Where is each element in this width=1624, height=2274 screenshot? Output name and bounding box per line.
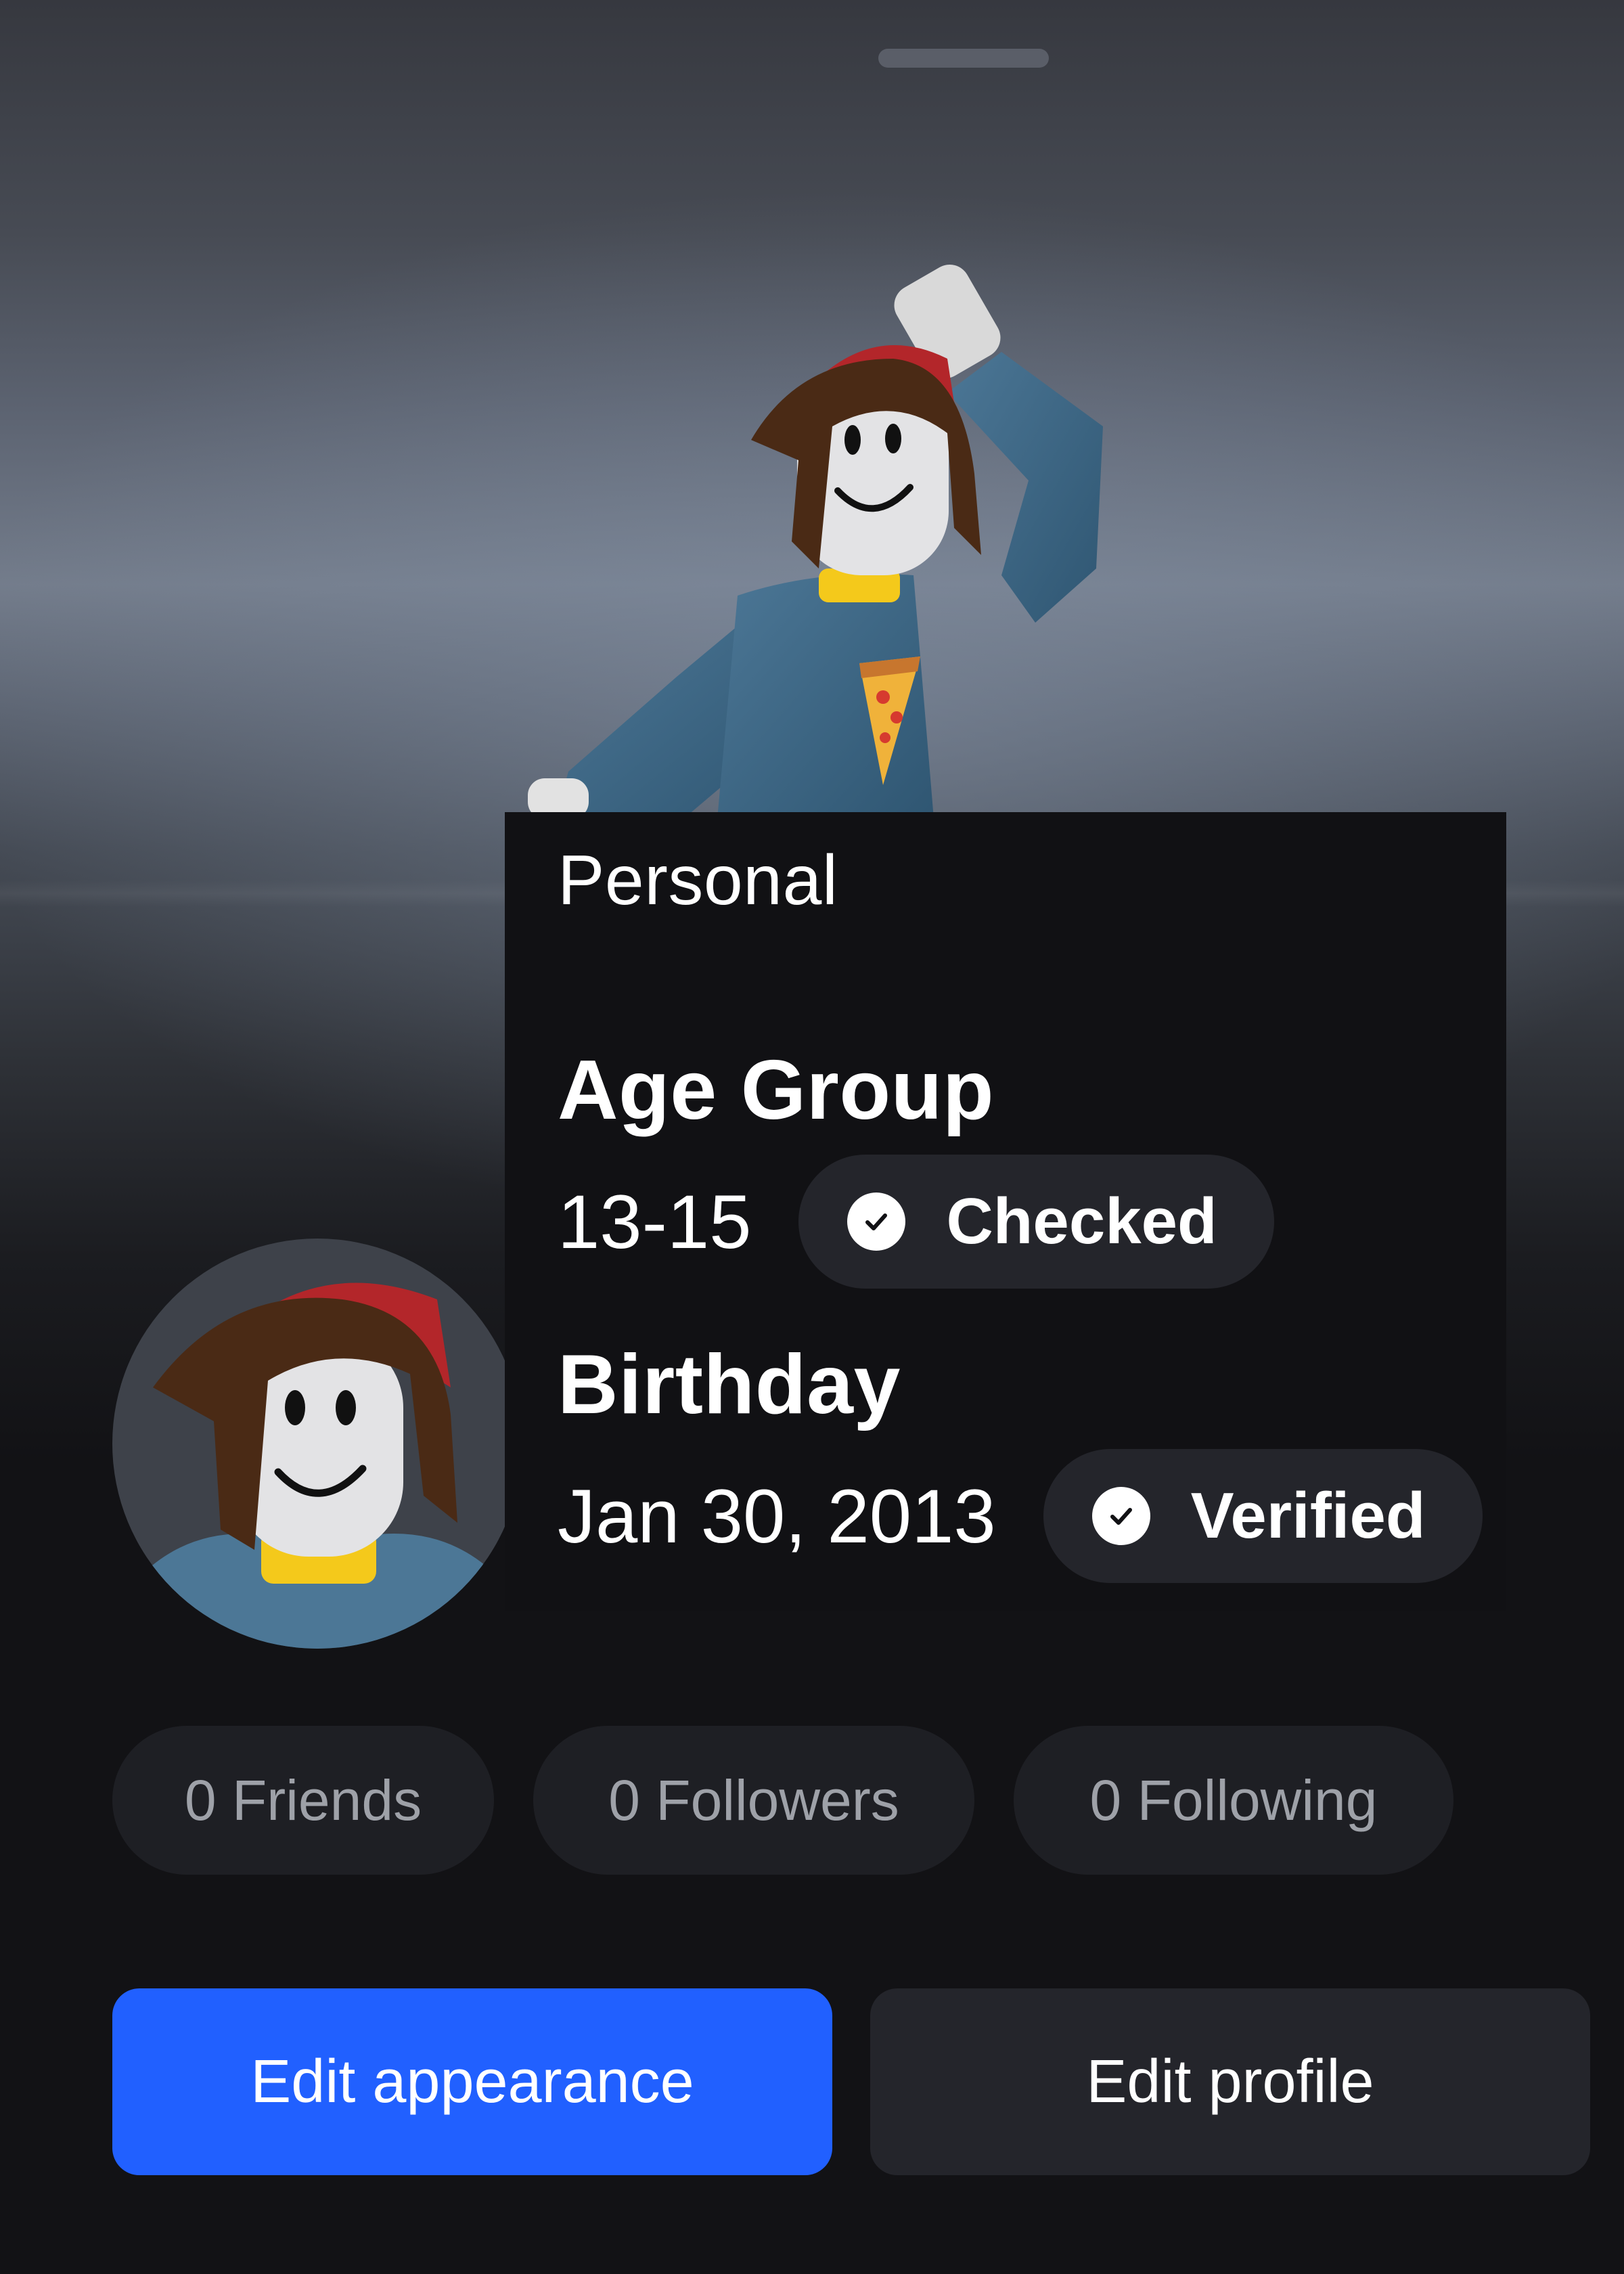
personal-section-label: Personal (558, 841, 838, 920)
birthday-row: Jan 30, 2013 Verified (558, 1448, 1483, 1584)
age-group-badge-label: Checked (946, 1185, 1217, 1257)
friends-count-pill[interactable]: 0 Friends (112, 1726, 494, 1875)
age-group-checked-badge: Checked (798, 1155, 1274, 1289)
birthday-title: Birthday (558, 1338, 901, 1431)
check-circle-icon (1091, 1487, 1150, 1545)
avatar-headshot-image (112, 1283, 522, 1649)
followers-count-pill[interactable]: 0 Followers (533, 1726, 974, 1875)
avatar-full-body[interactable] (514, 257, 1123, 819)
birthday-badge-label: Verified (1190, 1479, 1426, 1552)
following-count-pill[interactable]: 0 Following (1014, 1726, 1453, 1875)
edit-appearance-button[interactable]: Edit appearance (112, 1988, 832, 2175)
age-group-row: 13-15 Checked (558, 1154, 1274, 1289)
check-circle-icon (847, 1192, 906, 1251)
birthday-verified-badge: Verified (1043, 1449, 1483, 1583)
avatar-headshot[interactable] (112, 1239, 522, 1649)
age-group-title: Age Group (558, 1044, 995, 1137)
age-group-value: 13-15 (558, 1179, 752, 1264)
edit-profile-button[interactable]: Edit profile (870, 1988, 1590, 2175)
personal-info-popover: Personal Age Group 13-15 Checked Birthda… (505, 812, 1506, 1611)
birthday-value: Jan 30, 2013 (558, 1473, 996, 1559)
sheet-drag-handle[interactable] (878, 49, 1049, 68)
profile-screen: Personal Age Group 13-15 Checked Birthda… (0, 0, 1624, 2274)
